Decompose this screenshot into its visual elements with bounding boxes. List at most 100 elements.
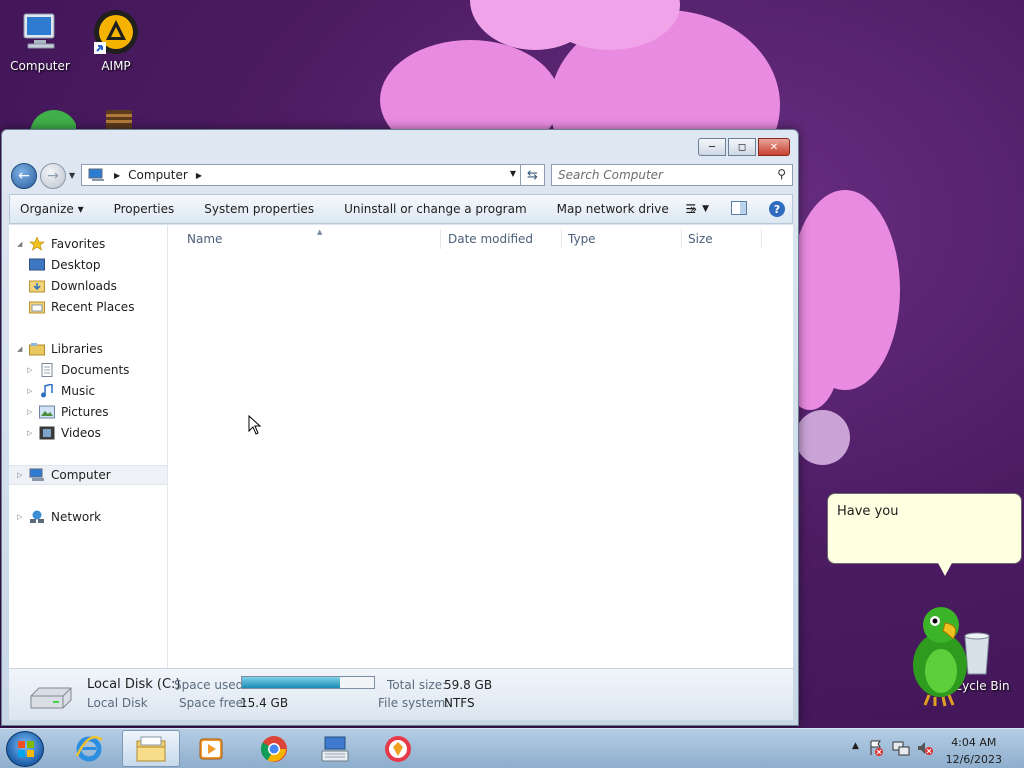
expand-icon[interactable]: ▷ xyxy=(17,513,27,521)
address-bar[interactable]: ▶ Computer ▶ ▼ ⇆ xyxy=(81,164,545,186)
nav-network[interactable]: ▷ Network xyxy=(9,507,167,527)
nav-desktop[interactable]: Desktop xyxy=(9,255,167,275)
breadcrumb-separator-icon[interactable]: ▶ xyxy=(196,171,202,180)
nav-label: Downloads xyxy=(51,279,117,293)
close-icon: ✕ xyxy=(769,141,779,153)
taskbar-internet-explorer[interactable] xyxy=(60,730,118,767)
sort-arrow-icon: ▲ xyxy=(317,228,323,236)
desktop-icon-aimp[interactable]: AIMP xyxy=(76,8,156,73)
taskbar: ▲ 4:04 AM 12/6/2023 xyxy=(0,728,1024,768)
clock-time: 4:04 AM xyxy=(951,736,997,749)
refresh-icon: ⇆ xyxy=(527,167,538,183)
nav-label: Favorites xyxy=(51,237,106,251)
internet-explorer-icon xyxy=(75,735,103,761)
search-input[interactable]: Search Computer ⚲ xyxy=(551,164,793,186)
nav-computer[interactable]: ▷ Computer xyxy=(9,465,167,485)
minimize-button[interactable]: ─ xyxy=(698,138,726,156)
network-status-icon[interactable] xyxy=(892,739,910,760)
column-header-date-modified[interactable]: Date modified xyxy=(442,229,562,249)
space-used-label: Space used: xyxy=(174,678,248,692)
nav-libraries[interactable]: ◢ Libraries xyxy=(9,339,167,359)
nav-music[interactable]: ▷ Music xyxy=(9,381,167,401)
search-icon: ⚲ xyxy=(777,167,786,181)
nav-pictures[interactable]: ▷ Pictures xyxy=(9,402,167,422)
nav-label: Documents xyxy=(61,363,130,377)
uninstall-program-button[interactable]: Uninstall or change a program xyxy=(329,202,542,216)
search-placeholder: Search Computer xyxy=(558,168,663,182)
help-icon[interactable]: ? xyxy=(769,201,785,217)
taskbar-file-explorer[interactable] xyxy=(122,730,180,767)
libraries-icon xyxy=(29,342,45,356)
organize-button[interactable]: Organize ▾ xyxy=(10,202,99,216)
action-center-icon[interactable] xyxy=(868,739,884,760)
nav-label: Music xyxy=(61,384,96,398)
map-network-drive-button[interactable]: Map network drive xyxy=(542,202,684,216)
explorer-window: ─ ◻ ✕ ← → ▼ ▶ Computer ▶ ▼ ⇆ Search Comp… xyxy=(1,129,799,726)
column-header-type[interactable]: Type xyxy=(562,229,682,249)
desktop-icon-label: AIMP xyxy=(101,59,131,73)
expand-icon[interactable]: ▷ xyxy=(27,408,37,416)
breadcrumb-separator-icon[interactable]: ▶ xyxy=(114,171,120,180)
maximize-button[interactable]: ◻ xyxy=(728,138,756,156)
column-header-name[interactable]: Name ▲ xyxy=(181,228,441,249)
star-icon xyxy=(29,236,45,251)
system-properties-button[interactable]: System properties xyxy=(189,202,329,216)
expand-icon[interactable]: ▷ xyxy=(17,471,27,479)
system-tray: ▲ 4:04 AM 12/6/2023 xyxy=(844,729,1024,768)
hard-drive-icon xyxy=(27,686,73,712)
downloads-folder-icon xyxy=(29,279,45,293)
assistant-message: Have you xyxy=(837,504,899,519)
file-explorer-icon xyxy=(136,736,166,761)
expand-icon[interactable]: ▷ xyxy=(27,366,37,374)
nav-label: Pictures xyxy=(61,405,109,419)
space-free-value: 15.4 GB xyxy=(240,696,289,710)
taskbar-media-player[interactable] xyxy=(182,730,240,767)
nav-recent-places[interactable]: Recent Places xyxy=(9,297,167,317)
nav-label: Recent Places xyxy=(51,300,135,314)
expand-icon[interactable]: ▷ xyxy=(27,387,37,395)
nav-downloads[interactable]: Downloads xyxy=(9,276,167,296)
keyboard-icon xyxy=(321,736,349,761)
nav-label: Videos xyxy=(61,426,101,440)
column-header-size[interactable]: Size xyxy=(682,229,762,249)
music-note-icon xyxy=(39,383,55,398)
system-clock[interactable]: 4:04 AM 12/6/2023 xyxy=(946,734,1002,768)
show-hidden-icons-icon[interactable]: ▲ xyxy=(852,741,859,751)
recent-pages-dropdown[interactable]: ▼ xyxy=(69,171,75,180)
taskbar-keyboard[interactable] xyxy=(306,730,364,767)
taskbar-vpn[interactable] xyxy=(369,730,427,767)
preview-pane-icon[interactable] xyxy=(731,200,747,218)
nav-label: Libraries xyxy=(51,342,103,356)
windows-logo-icon xyxy=(18,741,34,757)
film-strip-icon xyxy=(39,426,55,440)
aimp-icon xyxy=(92,8,140,56)
breadcrumb-computer[interactable]: Computer xyxy=(128,168,188,182)
back-button[interactable]: ← xyxy=(11,163,37,189)
drive-type: Local Disk xyxy=(87,696,148,710)
maximize-icon: ◻ xyxy=(737,141,747,153)
vpn-icon xyxy=(385,735,411,762)
view-options-icon[interactable]: ☰ xyxy=(685,202,696,216)
details-pane: Local Disk (C:) Local Disk Space used: S… xyxy=(9,668,793,720)
collapse-icon[interactable]: ◢ xyxy=(17,240,27,248)
volume-muted-icon[interactable] xyxy=(916,739,934,760)
address-history-dropdown[interactable]: ▼ xyxy=(510,169,516,178)
properties-button[interactable]: Properties xyxy=(99,202,190,216)
view-dropdown-icon[interactable]: ▼ xyxy=(702,204,709,214)
start-button[interactable] xyxy=(6,731,44,767)
nav-favorites[interactable]: ◢ Favorites xyxy=(9,234,167,254)
file-system-value: NTFS xyxy=(444,696,475,710)
refresh-button[interactable]: ⇆ xyxy=(520,164,544,186)
parrot-assistant-icon[interactable] xyxy=(905,603,975,708)
collapse-icon[interactable]: ◢ xyxy=(17,345,27,353)
computer-icon xyxy=(29,468,45,482)
nav-documents[interactable]: ▷ Documents xyxy=(9,360,167,380)
desktop-icon-computer[interactable]: Computer xyxy=(0,8,80,73)
expand-icon[interactable]: ▷ xyxy=(27,429,37,437)
taskbar-chrome[interactable] xyxy=(245,730,303,767)
total-size-label: Total size: xyxy=(387,678,447,692)
close-button[interactable]: ✕ xyxy=(758,138,790,156)
forward-button[interactable]: → xyxy=(40,163,66,189)
nav-videos[interactable]: ▷ Videos xyxy=(9,423,167,443)
clock-date: 12/6/2023 xyxy=(945,753,1002,766)
